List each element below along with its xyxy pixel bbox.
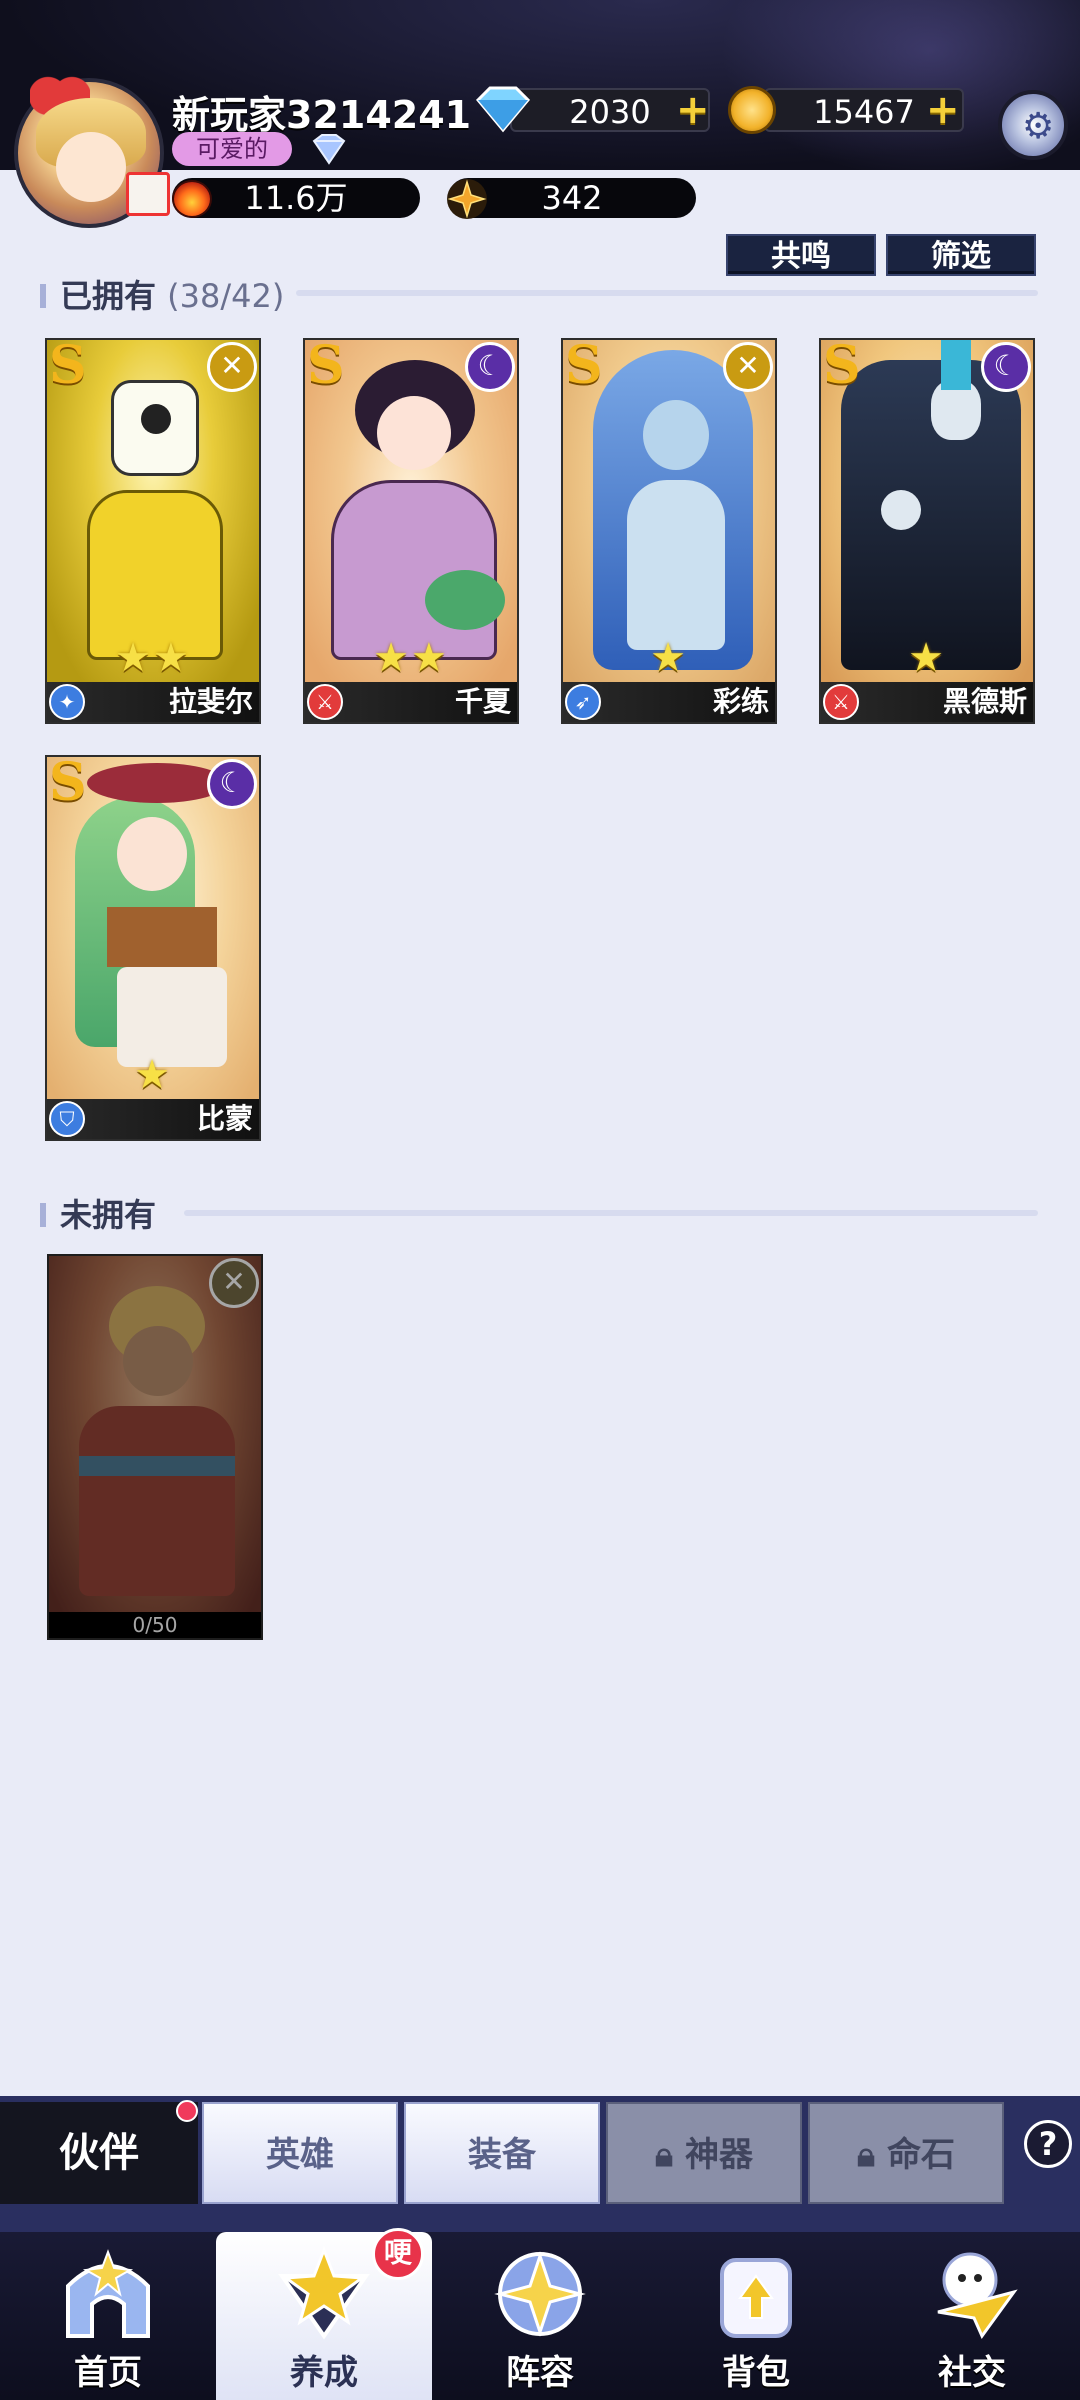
flame-icon [172,180,212,218]
nav-nurture-badge: 哽 [372,2228,424,2280]
nav-lineup[interactable]: 阵容 [432,2232,648,2400]
gift-icon[interactable] [126,172,170,216]
add-gold-button[interactable]: + [926,90,960,130]
moon-icon: ☾ [465,342,515,392]
section-divider [296,290,1038,296]
tab-fate-stone[interactable]: 🔒︎ 命石 [808,2102,1004,2204]
paper-plane-mascot-icon [937,2252,1018,2339]
hero-card-hades[interactable]: S ☾ ★ ⚔ 黑德斯 [819,338,1035,724]
lock-icon: 🔒︎ [857,2135,887,2175]
warrior-class-icon: ⚔ [823,684,859,720]
diamond-icon [475,86,531,133]
hero-card-behemoth[interactable]: S ☾ ★ ⛉ 比蒙 [45,755,261,1141]
star-rating: ★ [908,635,946,681]
rank-badge: S [823,338,861,396]
hero-name: 比蒙 [196,1102,253,1135]
hero-name: 彩练 [712,685,769,718]
player-title-badge[interactable]: 可爱的 [172,132,292,166]
crossed-swords-icon: ✕ [207,342,257,392]
hero-card-locked[interactable]: ✕ 0/50 [47,1254,263,1640]
gear-icon: ⚙ [1022,106,1055,147]
nav-home[interactable]: 首页 [0,2232,216,2400]
player-avatar[interactable] [14,76,170,228]
help-button[interactable]: ? [1024,2120,1072,2168]
diamond-rank-icon [312,134,346,165]
rank-badge: S [49,338,87,396]
shard-progress: 0/50 [49,1612,261,1638]
hero-card-chinatsu[interactable]: S ☾ ★★ ⚔ 千夏 [303,338,519,724]
mage-class-icon: ✦ [49,684,85,720]
resonance-button[interactable]: 共鸣 [726,234,876,276]
not-owned-section-title: 未拥有 [60,1196,157,1234]
nav-home-label: 首页 [74,2353,142,2393]
settings-button[interactable]: ⚙ [998,90,1068,160]
tab-artifact-label: 神器 [684,2135,753,2175]
backpack-icon [720,2258,792,2338]
hero-portrait [49,1256,261,1612]
section-marker [40,284,46,308]
rank-badge: S [307,338,345,396]
tab-artifact[interactable]: 🔒︎ 神器 [606,2102,802,2204]
gold-amount: 15467 [813,93,915,131]
moon-icon: ☾ [207,759,257,809]
star-rating: ★ [650,635,688,681]
filter-button[interactable]: 筛选 [886,234,1036,276]
nav-backpack[interactable]: 背包 [648,2232,864,2400]
crossed-swords-icon: ✕ [723,342,773,392]
tab-partner[interactable]: 伙伴 [0,2102,198,2204]
hero-card-raphael[interactable]: S ✕ ★★ ✦ 拉斐尔 [45,338,261,724]
hero-name: 黑德斯 [942,685,1027,718]
section-marker [40,1203,46,1227]
tab-fate-stone-label: 命石 [886,2135,955,2175]
nav-nurture-label: 养成 [290,2353,358,2393]
hero-name: 拉斐尔 [168,685,253,718]
warrior-class-icon: ⚔ [307,684,343,720]
owned-section-title: 已拥有 [60,277,157,315]
tab-equipment[interactable]: 装备 [404,2102,600,2204]
star-rating: ★★ [115,635,191,681]
hero-card-cailian[interactable]: S ✕ ★ ➶ 彩练 [561,338,777,724]
crossed-swords-icon: ✕ [209,1258,259,1308]
player-name: 新玩家3214241 [172,93,472,137]
combat-power-value: 11.6万 [244,179,348,217]
lock-icon: 🔒︎ [655,2135,685,2175]
tab-hero[interactable]: 英雄 [202,2102,398,2204]
four-point-star-icon [447,179,487,219]
gold-coin-icon [728,86,776,134]
nav-social-label: 社交 [938,2353,1006,2393]
compass-star-icon [494,2251,586,2337]
add-diamonds-button[interactable]: + [676,90,710,130]
star-triangle-icon [278,2246,370,2340]
star-rating: ★ [134,1052,172,1098]
diamond-amount: 2030 [569,93,651,131]
avatar-face [56,132,126,202]
shield-class-icon: ⛉ [49,1101,85,1137]
owned-count: (38/42) [167,277,285,315]
notification-dot [176,2100,198,2122]
star-points-value: 342 [541,179,603,217]
nav-lineup-label: 阵容 [506,2353,574,2393]
nav-backpack-label: 背包 [722,2353,790,2393]
castle-icon [66,2249,150,2338]
rank-badge: S [49,755,87,813]
rank-badge: S [565,338,603,396]
hero-name: 千夏 [454,685,511,718]
moon-icon: ☾ [981,342,1031,392]
nav-social[interactable]: 社交 [864,2232,1080,2400]
section-divider [184,1210,1038,1216]
archer-class-icon: ➶ [565,684,601,720]
star-rating: ★★ [373,635,449,681]
